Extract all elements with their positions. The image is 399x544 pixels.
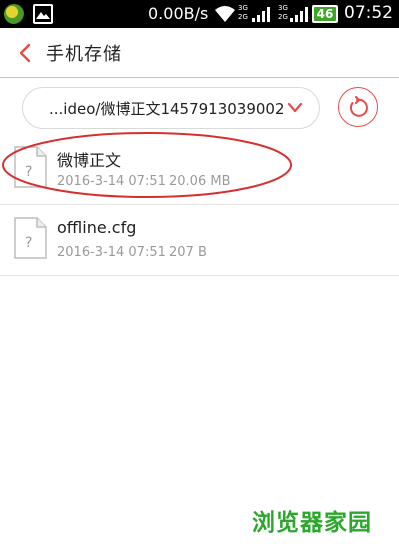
file-size: 207 B: [169, 245, 207, 260]
refresh-icon: [349, 96, 368, 117]
path-selector[interactable]: ...ideo/微博正文1457913039002: [22, 87, 320, 129]
unknown-file-icon: ?: [14, 146, 47, 188]
watermark-logo: 浏览器家园: [252, 510, 372, 536]
wifi-icon: [215, 6, 235, 22]
app-notification-icon: [4, 4, 24, 24]
file-row-weibo[interactable]: ? 微博正文 2016-3-14 07:51 20.06 MB: [0, 134, 399, 205]
file-size: 20.06 MB: [169, 174, 231, 189]
network-type-1: 3G 2G: [238, 4, 248, 21]
svg-text:?: ?: [25, 164, 32, 180]
file-date: 2016-3-14 07:51: [57, 174, 166, 189]
svg-text:?: ?: [25, 235, 32, 251]
signal-icon-2: [290, 7, 308, 22]
clock: 07:52: [344, 3, 393, 23]
file-name: offline.cfg: [57, 218, 137, 237]
unknown-file-icon: ?: [14, 217, 47, 259]
file-row-offline-cfg[interactable]: ? offline.cfg 2016-3-14 07:51 207 B: [0, 205, 399, 276]
file-meta: 2016-3-14 07:51 207 B: [57, 245, 207, 260]
file-list: ? 微博正文 2016-3-14 07:51 20.06 MB ? offline…: [0, 134, 399, 276]
image-notification-icon: [33, 4, 53, 24]
chevron-down-icon: [287, 102, 303, 113]
refresh-button[interactable]: [338, 87, 378, 127]
battery-level: 46: [316, 7, 334, 21]
signal-icon-1: [252, 7, 270, 22]
page-title: 手机存储: [46, 44, 122, 65]
battery-icon: 46: [312, 5, 338, 23]
file-meta: 2016-3-14 07:51 20.06 MB: [57, 174, 230, 189]
file-name: 微博正文: [57, 151, 122, 170]
network-speed: 0.00B/s: [148, 4, 209, 23]
file-date: 2016-3-14 07:51: [57, 245, 166, 260]
status-bar: 0.00B/s 3G 2G 3G 2G 46 07:52: [0, 0, 399, 28]
back-arrow-icon[interactable]: [16, 42, 36, 64]
app-header: 手机存储: [0, 28, 399, 78]
network-type-2: 3G 2G: [278, 4, 288, 21]
current-path: ...ideo/微博正文1457913039002: [49, 100, 285, 118]
